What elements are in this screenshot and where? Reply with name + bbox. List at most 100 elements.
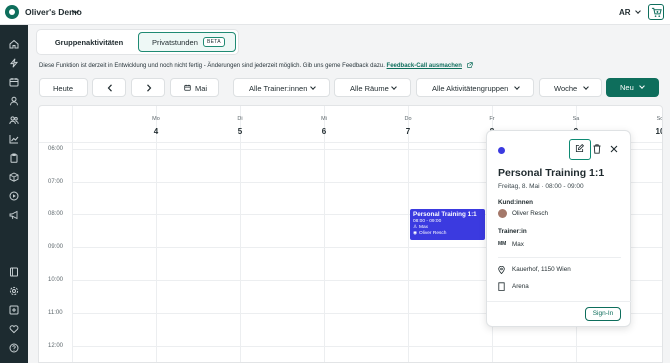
time-label: 10:00: [48, 277, 64, 283]
chevron-down-icon: [639, 83, 645, 89]
trash-icon[interactable]: [593, 144, 601, 154]
new-button-label: Neu: [620, 83, 634, 92]
event-detail-popover: Personal Training 1:1 Freitag, 8. Mai · …: [486, 130, 632, 327]
event-trainer-row: ♙ Max: [413, 225, 482, 230]
tab-group-activities[interactable]: Gruppenaktivitäten: [41, 33, 137, 52]
plus-square-icon[interactable]: [9, 305, 19, 315]
popover-footer-divider: [487, 301, 632, 302]
new-button[interactable]: Neu: [606, 78, 659, 97]
book-icon[interactable]: [9, 267, 19, 277]
today-label: Heute: [53, 84, 74, 93]
development-notice: Diese Funktion ist derzeit in Entwicklun…: [39, 62, 473, 69]
sign-in-button[interactable]: Sign-In: [585, 307, 621, 321]
grid-line: [408, 106, 409, 362]
chevron-down-icon: [583, 84, 589, 90]
trainer-avatar-initials: MM: [498, 241, 507, 247]
grid-line: [324, 106, 325, 362]
grid-line: [156, 106, 157, 362]
sidebar: [0, 25, 28, 363]
home-icon[interactable]: [9, 39, 19, 49]
day-header[interactable]: Di 5: [156, 106, 242, 142]
chevron-down-icon: [514, 84, 520, 90]
calendar-event[interactable]: Personal Training 1:1 08:00 - 09:00 ♙ Max…: [410, 209, 485, 240]
top-bar: Oliver's Demo AR: [0, 0, 670, 25]
chevron-down-icon[interactable]: [635, 8, 641, 14]
chevron-right-icon: [147, 84, 152, 92]
feedback-call-link[interactable]: Feedback-Call ausmachen: [387, 63, 462, 69]
month-picker-button[interactable]: Mai: [170, 78, 219, 97]
event-client-row: ◉ Oliver Resch: [413, 231, 482, 236]
time-label: 07:00: [48, 179, 64, 185]
chevron-left-icon: [107, 84, 112, 92]
activity-type-tabs: Gruppenaktivitäten Privatstunden BETA: [36, 29, 239, 55]
event-color-dot: [498, 147, 505, 154]
client-avatar: [498, 209, 507, 218]
popover-date: Freitag, 8. Mai: [498, 183, 540, 190]
edit-button[interactable]: [569, 139, 591, 160]
close-icon[interactable]: [610, 145, 618, 153]
room-filter-dropdown[interactable]: Alle Räume: [334, 78, 411, 97]
popover-date-time: Freitag, 8. Mai · 08:00 - 09:00: [498, 183, 584, 190]
clients-heading: Kund:innen: [498, 199, 533, 206]
room-filter-label: Alle Räume: [350, 84, 389, 93]
chevron-down-icon: [391, 84, 397, 90]
users-icon[interactable]: [9, 115, 19, 125]
room-door-icon: [498, 282, 505, 291]
chart-icon[interactable]: [9, 134, 19, 144]
user-icon[interactable]: [9, 96, 19, 106]
day-header[interactable]: Do 7: [324, 106, 411, 142]
month-label: Mai: [195, 84, 208, 93]
view-selector-dropdown[interactable]: Woche: [539, 78, 602, 97]
event-title: Personal Training 1:1: [413, 211, 477, 218]
clipboard-icon[interactable]: [9, 153, 19, 163]
next-week-button[interactable]: [131, 78, 165, 97]
divider: [498, 257, 621, 258]
beta-badge: BETA: [203, 37, 225, 47]
external-link-icon[interactable]: [466, 62, 473, 68]
cart-icon: [651, 7, 662, 17]
activity-group-filter-dropdown[interactable]: Alle Aktivitätengruppen: [416, 78, 534, 97]
time-label: 11:00: [48, 310, 63, 316]
tab-private-sessions[interactable]: Privatstunden BETA: [138, 32, 236, 52]
play-icon[interactable]: [9, 191, 19, 201]
trainer-name[interactable]: Max: [512, 241, 524, 248]
location-address: Kauerhof, 1150 Wien: [512, 266, 571, 273]
grid-line: [240, 106, 241, 362]
popover-title: Personal Training 1:1: [498, 167, 605, 179]
popover-time: 08:00 - 09:00: [545, 183, 584, 190]
app-logo: [5, 5, 19, 19]
time-label: 08:00: [48, 211, 64, 217]
bolt-icon[interactable]: [9, 58, 19, 68]
day-header[interactable]: Mo 4: [72, 106, 160, 142]
time-label: 12:00: [48, 343, 64, 349]
activity-group-filter-label: Alle Aktivitätengruppen: [432, 84, 509, 93]
day-header[interactable]: Mi 6: [240, 106, 327, 142]
settings-icon[interactable]: [9, 286, 19, 296]
today-button[interactable]: Heute: [39, 78, 88, 97]
trainer-filter-dropdown[interactable]: Alle Trainer:innen: [233, 78, 330, 97]
location-pin-icon: [498, 266, 505, 274]
calendar-icon[interactable]: [9, 77, 19, 87]
heart-icon[interactable]: [9, 324, 19, 334]
cart-button[interactable]: [648, 4, 664, 20]
help-icon[interactable]: [9, 343, 19, 353]
notice-text: Diese Funktion ist derzeit in Entwicklun…: [39, 63, 385, 69]
box-icon[interactable]: [9, 172, 19, 182]
time-label: 06:00: [48, 146, 64, 152]
client-name[interactable]: Oliver Resch: [512, 210, 548, 217]
view-selector-label: Woche: [554, 84, 578, 93]
event-trainer: Max: [419, 225, 429, 230]
day-header[interactable]: Fr 8: [408, 106, 494, 142]
megaphone-icon[interactable]: [9, 210, 19, 220]
previous-week-button[interactable]: [92, 78, 126, 97]
tab-private-label: Privatstunden: [152, 38, 198, 47]
event-client: Oliver Resch: [419, 231, 447, 236]
grid-line: [72, 106, 73, 362]
event-time: 08:00 - 09:00: [413, 219, 442, 224]
time-label: 09:00: [48, 244, 64, 250]
user-avatar[interactable]: AR: [619, 8, 631, 17]
hour-line: [72, 346, 662, 347]
calendar-icon: [184, 84, 191, 91]
room-name: Arena: [512, 283, 529, 290]
chevron-down-icon: [310, 84, 316, 90]
